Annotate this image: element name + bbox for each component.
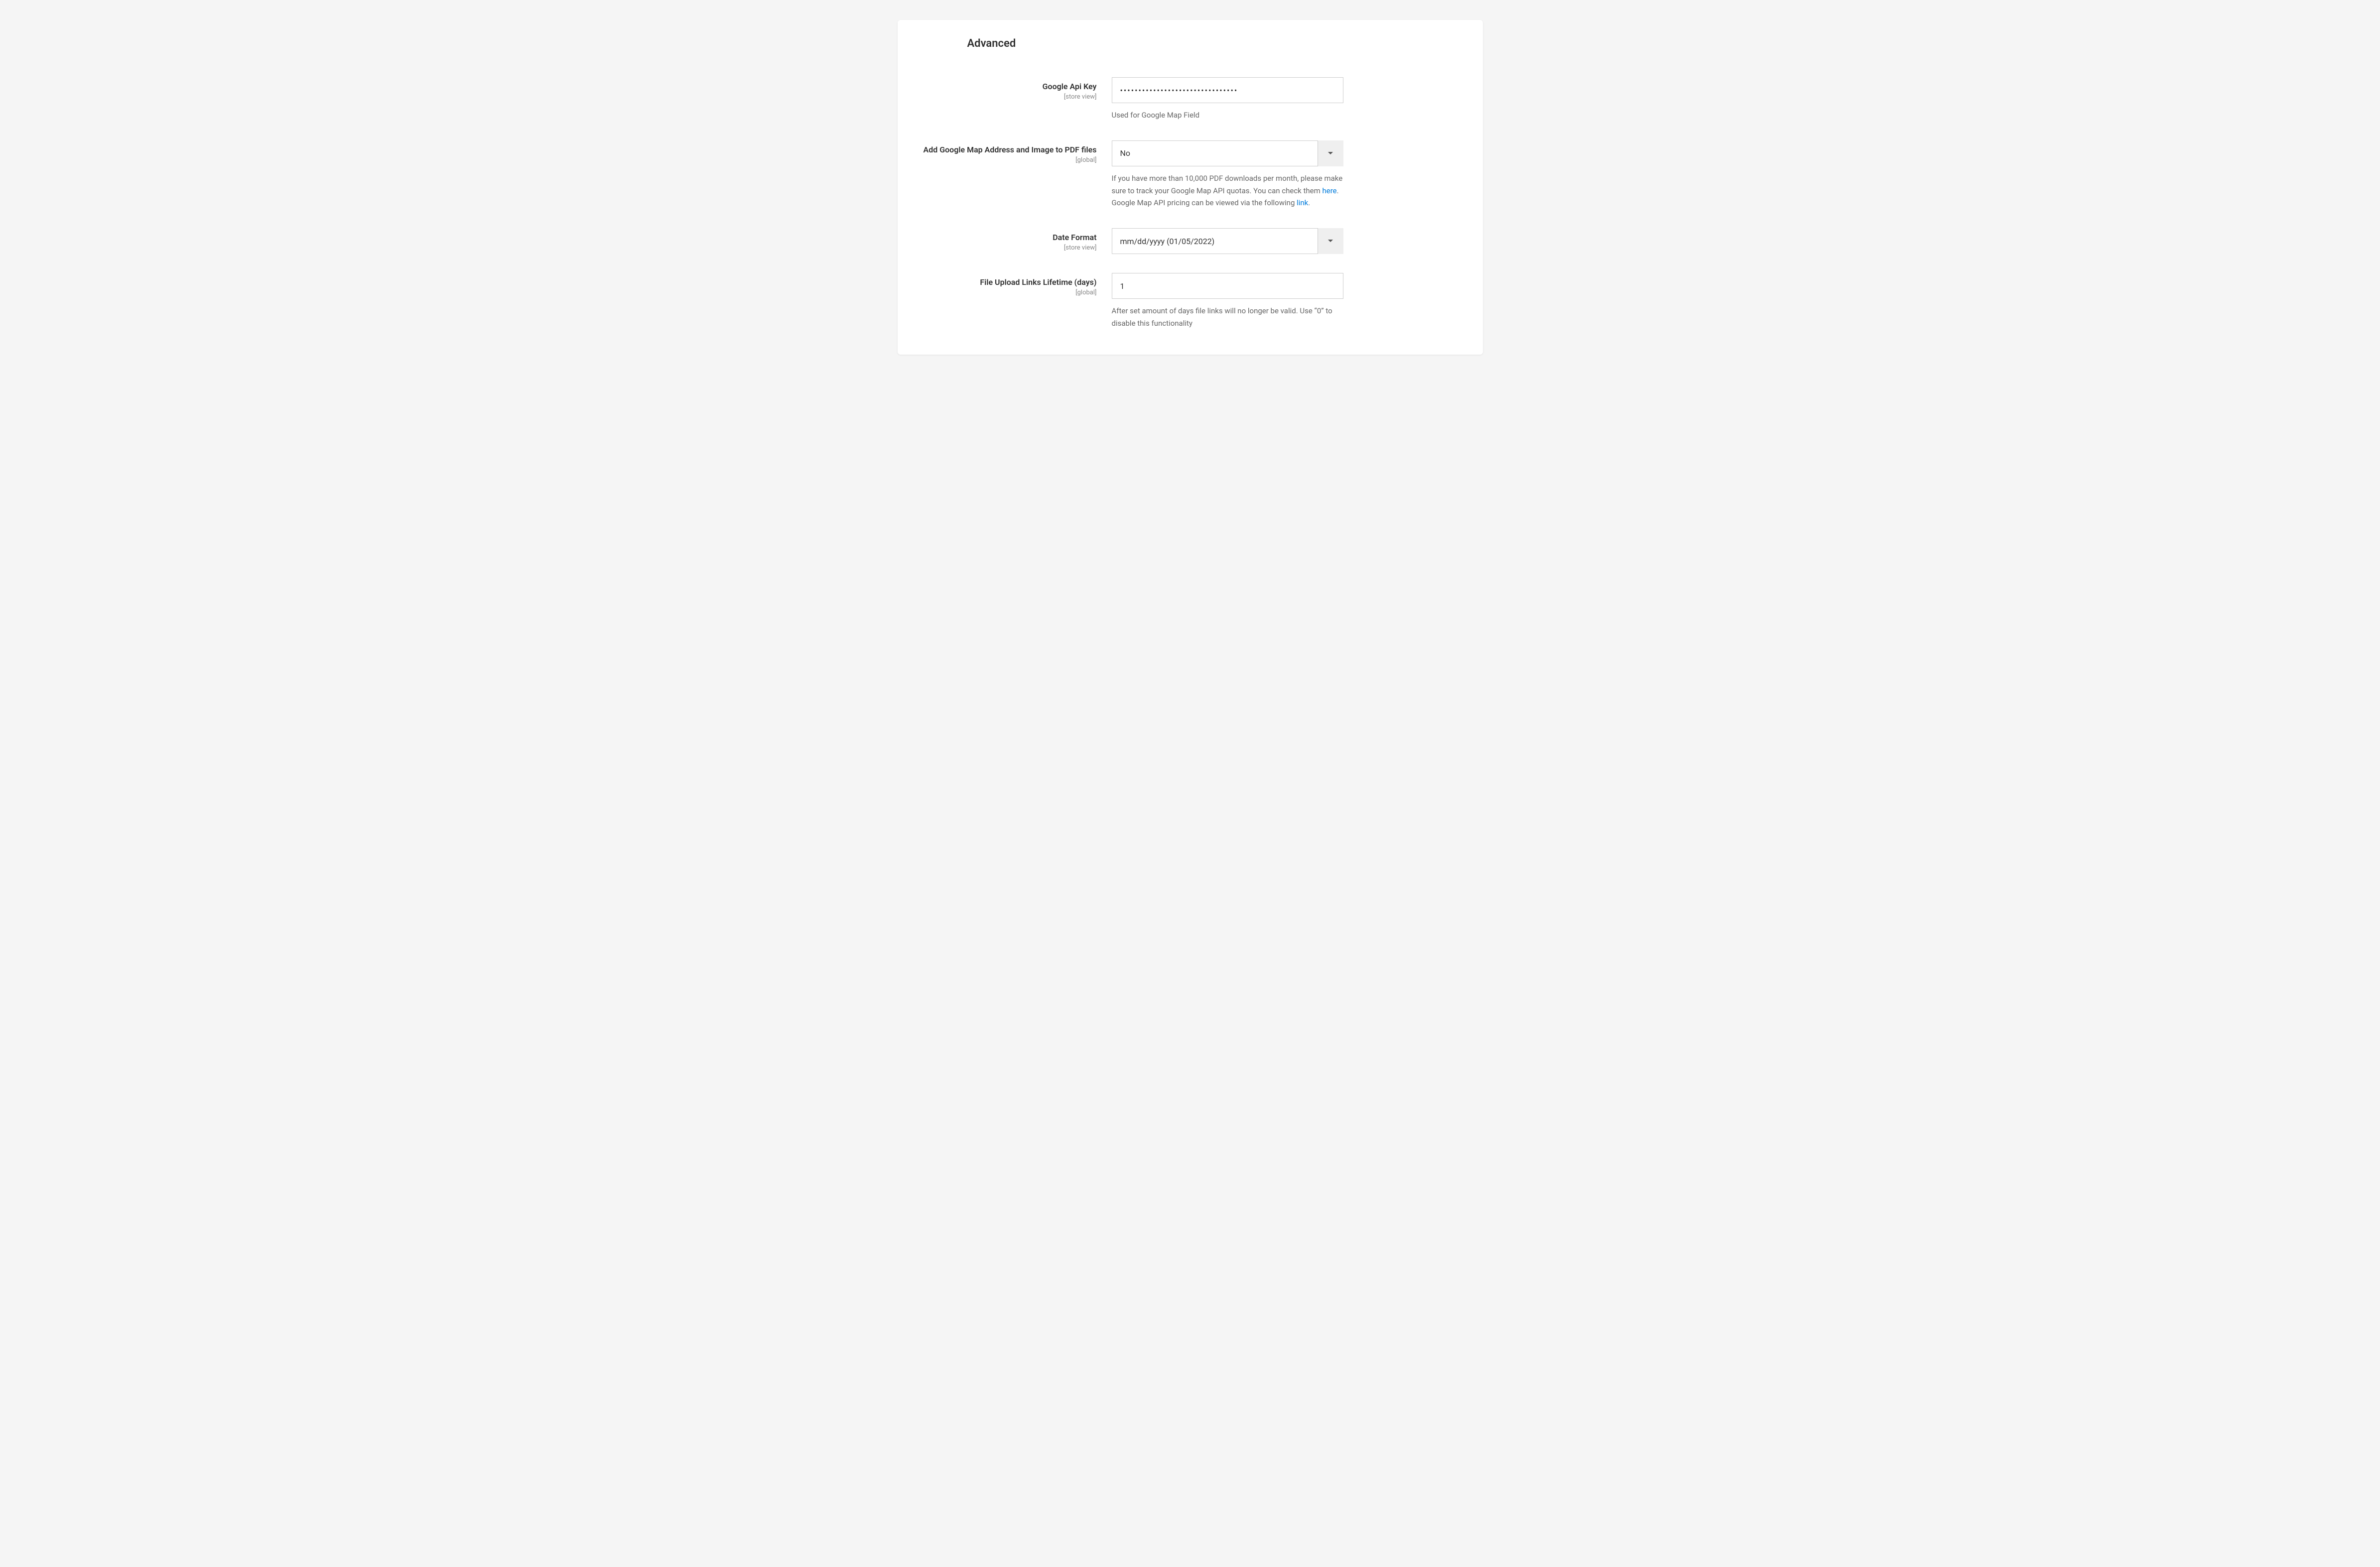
add-google-map-pdf-select[interactable]: No [1112, 140, 1343, 166]
file-upload-lifetime-scope: [global] [918, 289, 1097, 296]
google-api-key-help: Used for Google Map Field [1112, 109, 1343, 122]
pricing-link[interactable]: link [1297, 198, 1308, 207]
google-api-key-label-col: Google Api Key [store view] [918, 77, 1112, 101]
google-api-key-input[interactable] [1112, 77, 1343, 103]
file-upload-lifetime-help: After set amount of days file links will… [1112, 305, 1343, 330]
add-google-map-pdf-field-col: No If you have more than 10,000 PDF down… [1112, 140, 1343, 209]
add-google-map-pdf-help: If you have more than 10,000 PDF downloa… [1112, 172, 1343, 209]
add-google-map-pdf-select-wrap: No [1112, 140, 1343, 166]
date-format-label: Date Format [918, 232, 1097, 243]
help-text-part3: . [1308, 198, 1310, 207]
file-upload-lifetime-row: File Upload Links Lifetime (days) [globa… [918, 273, 1463, 330]
file-upload-lifetime-label: File Upload Links Lifetime (days) [918, 277, 1097, 288]
date-format-row: Date Format [store view] mm/dd/yyyy (01/… [918, 228, 1463, 254]
help-text-part1: If you have more than 10,000 PDF downloa… [1112, 174, 1343, 195]
file-upload-lifetime-input[interactable] [1112, 273, 1343, 299]
google-api-key-field-col: Used for Google Map Field [1112, 77, 1343, 122]
file-upload-lifetime-label-col: File Upload Links Lifetime (days) [globa… [918, 273, 1112, 296]
add-google-map-pdf-row: Add Google Map Address and Image to PDF … [918, 140, 1463, 209]
date-format-field-col: mm/dd/yyyy (01/05/2022) [1112, 228, 1343, 254]
date-format-select-wrap: mm/dd/yyyy (01/05/2022) [1112, 228, 1343, 254]
add-google-map-pdf-scope: [global] [918, 156, 1097, 164]
advanced-panel: Advanced Google Api Key [store view] Use… [898, 20, 1483, 355]
quotas-link[interactable]: here [1322, 186, 1337, 195]
google-api-key-scope: [store view] [918, 93, 1097, 101]
add-google-map-pdf-label-col: Add Google Map Address and Image to PDF … [918, 140, 1112, 164]
date-format-select[interactable]: mm/dd/yyyy (01/05/2022) [1112, 228, 1343, 254]
google-api-key-row: Google Api Key [store view] Used for Goo… [918, 77, 1463, 122]
date-format-label-col: Date Format [store view] [918, 228, 1112, 252]
panel-title: Advanced [967, 37, 1463, 50]
file-upload-lifetime-field-col: After set amount of days file links will… [1112, 273, 1343, 330]
add-google-map-pdf-label: Add Google Map Address and Image to PDF … [918, 144, 1097, 155]
google-api-key-label: Google Api Key [918, 81, 1097, 92]
date-format-scope: [store view] [918, 244, 1097, 252]
